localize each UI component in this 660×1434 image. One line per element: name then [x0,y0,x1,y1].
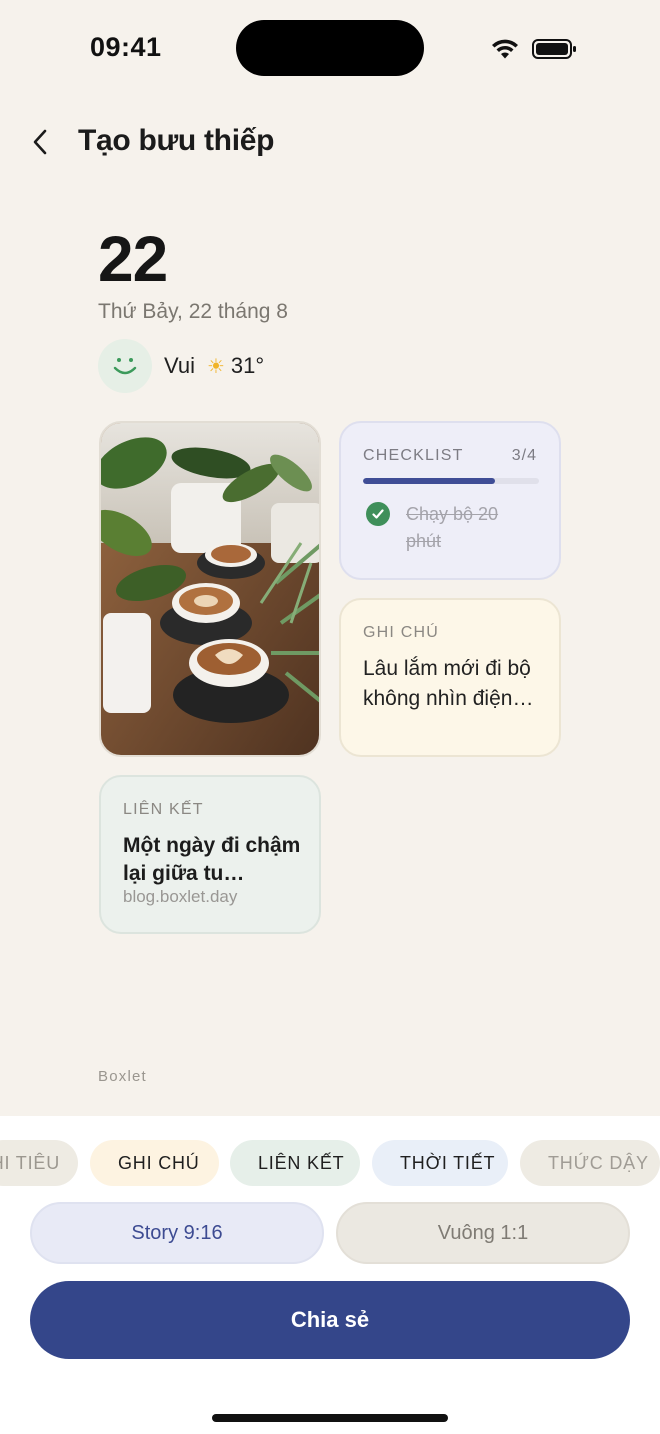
smile-icon [98,339,152,393]
chip-label: THỜI TIẾT [400,1152,496,1173]
status-time: 09:41 [90,32,162,62]
chip-thuc-day[interactable]: THỨC DẬY [520,1140,660,1186]
latte-photo [101,423,319,755]
note-card[interactable]: GHI CHÚ Lâu lắm mới đi bộ không nhìn điệ… [339,598,561,757]
status-bar: 09:41 [0,0,660,96]
checkmark-icon [366,502,390,526]
chip-chi-tieu[interactable]: HI TIÊU [0,1140,78,1186]
checklist-card[interactable]: CHECKLIST 3/4 Chạy bộ 20 phút [339,421,561,580]
link-title: Một ngày đi chậm lại giữa tu… [123,834,301,885]
format-story-button[interactable]: Story 9:16 [30,1202,324,1264]
format-square-button[interactable]: Vuông 1:1 [336,1202,630,1264]
share-button[interactable]: Chia sẻ [30,1281,630,1359]
postcard-date: Thứ Bảy, 22 tháng 8 [98,300,288,323]
sun-icon: ☀ [206,355,225,378]
link-card[interactable]: LIÊN KẾT Một ngày đi chậm lại giữa tu… b… [99,775,321,934]
note-label: GHI CHÚ [363,624,439,641]
dynamic-island [236,20,424,76]
link-url: blog.boxlet.day [123,887,238,906]
chevron-left-icon [33,129,47,155]
home-indicator [212,1414,448,1422]
temperature: 31° [230,353,265,378]
checklist-count: 3/4 [511,447,537,464]
chip-label: HI TIÊU [0,1152,60,1173]
page-title: Tạo bưu thiếp [78,124,275,157]
chip-thoi-tiet[interactable]: THỜI TIẾT [372,1140,508,1186]
chip-lien-ket[interactable]: LIÊN KẾT [230,1140,360,1186]
mood-weather-row: Vui ☀ 31° [98,338,264,394]
note-text: Lâu lắm mới đi bộ không nhìn điện… [363,657,534,710]
brand-watermark: Boxlet [98,1068,147,1085]
checklist-item: Chạy bộ 20 phút [406,504,499,551]
postcard-day-number: 22 [98,223,168,295]
chip-ghi-chu[interactable]: GHI CHÚ [90,1140,219,1186]
mood-label: Vui [164,353,195,378]
photo-card[interactable] [99,421,321,757]
checklist-progress [363,478,539,484]
wifi-icon [492,39,518,59]
link-label: LIÊN KẾT [123,801,204,818]
chip-label: GHI CHÚ [118,1152,200,1173]
battery-icon [532,39,576,59]
checklist-label: CHECKLIST [363,447,464,464]
checklist-progress-fill [363,478,495,484]
back-button[interactable] [26,124,54,160]
chip-label: THỨC DẬY [548,1152,649,1173]
chip-label: LIÊN KẾT [258,1152,345,1173]
share-sheet: HI TIÊU GHI CHÚ LIÊN KẾT THỜI TIẾT THỨC … [0,1116,660,1434]
